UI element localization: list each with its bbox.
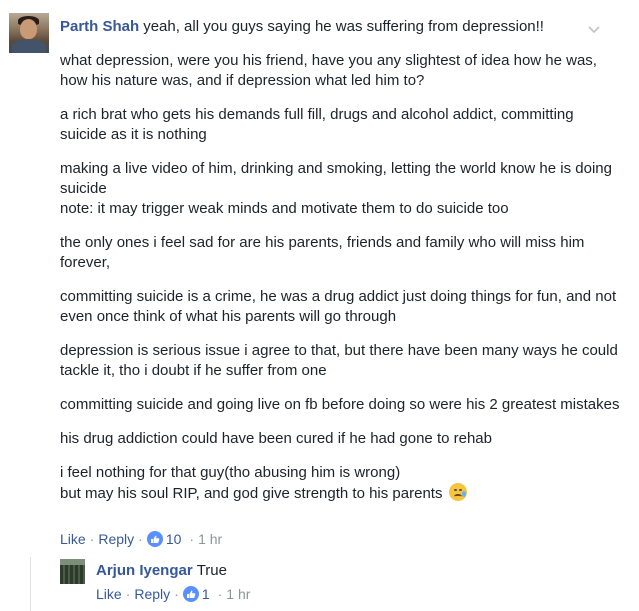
comment-body: Parth Shah yeah, all you guys saying he w…: [60, 17, 620, 518]
comment-paragraph: making a live video of him, drinking and…: [60, 160, 612, 197]
like-reaction-icon[interactable]: [182, 586, 199, 602]
like-reaction-icon[interactable]: [146, 531, 163, 547]
comment-paragraph: his drug addiction could have been cured…: [60, 430, 492, 447]
reaction-count[interactable]: 10: [166, 530, 182, 548]
timestamp[interactable]: 1 hr: [198, 530, 222, 548]
separator: ·: [174, 586, 179, 602]
comment-closing: i feel nothing for that guy(tho abusing …: [60, 463, 620, 504]
avatar[interactable]: [9, 13, 49, 53]
reply-thread-line: [30, 557, 31, 611]
separator: ·: [138, 531, 143, 547]
separator: ·: [89, 531, 95, 547]
comment-paragraph: i feel nothing for that guy(tho abusing …: [60, 464, 401, 481]
reply-avatar[interactable]: [60, 559, 85, 584]
comment-last-line: but may his soul RIP, and god give stren…: [60, 485, 443, 502]
separator: ·: [125, 586, 131, 602]
reply-timestamp[interactable]: 1 hr: [226, 585, 250, 603]
like-button[interactable]: Like: [60, 530, 86, 548]
reply-reaction-count[interactable]: 1: [202, 585, 210, 603]
reply-like-button[interactable]: Like: [96, 585, 122, 603]
comment-author[interactable]: Parth Shah: [60, 18, 139, 35]
reply-reply-button[interactable]: Reply: [134, 585, 170, 603]
reply-actions: Like · Reply · 1 · 1 hr: [96, 585, 250, 603]
comment-actions: Like · Reply · 10 · 1 hr: [60, 530, 222, 548]
comment-paragraph: what depression, were you his friend, ha…: [60, 52, 597, 89]
reply-text: True: [196, 562, 227, 579]
comment-first-line: yeah, all you guys saying he was sufferi…: [143, 18, 544, 35]
comment-paragraph: a rich brat who gets his demands full fi…: [60, 106, 574, 143]
crying-face-emoji-icon: [448, 483, 467, 501]
separator: ·: [217, 586, 223, 602]
reply-author[interactable]: Arjun Iyengar: [96, 562, 193, 579]
comment-paragraph: depression is serious issue i agree to t…: [60, 342, 618, 379]
comment-note: note: it may trigger weak minds and moti…: [60, 200, 509, 217]
reply-comment: Arjun Iyengar True: [96, 561, 227, 581]
comment-paragraph: committing suicide is a crime, he was a …: [60, 288, 617, 325]
separator: ·: [189, 531, 195, 547]
comment-paragraph: the only ones i feel sad for are his par…: [60, 234, 585, 271]
reply-button[interactable]: Reply: [98, 530, 134, 548]
comment-paragraph-with-note: making a live video of him, drinking and…: [60, 159, 620, 219]
comment-paragraph: committing suicide and going live on fb …: [60, 396, 620, 413]
